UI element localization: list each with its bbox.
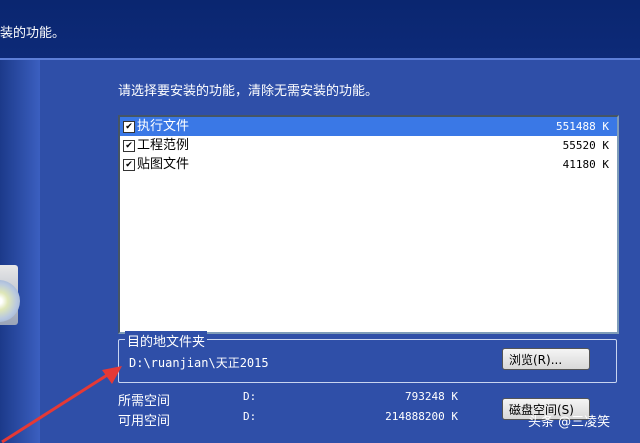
destination-legend: 目的地文件夹	[125, 331, 208, 350]
feature-size: 41180 K	[562, 158, 609, 171]
checkbox-icon[interactable]: ✔	[123, 159, 135, 171]
feature-name: 工程范例	[137, 138, 190, 153]
header-bar: 装的功能。	[0, 0, 640, 60]
feature-row-1[interactable]: ✔ 工程范例 55520 K	[120, 136, 617, 155]
available-space-drive: D:	[243, 410, 257, 423]
feature-name: 执行文件	[137, 119, 190, 134]
required-space-drive: D:	[243, 390, 257, 403]
watermark-text: 头条 @三凌笑	[528, 415, 611, 430]
feature-list[interactable]: ✔ 执行文件 551488 K ✔ 工程范例 55520 K ✔ 贴图文件 41…	[118, 115, 619, 334]
feature-size: 55520 K	[562, 139, 609, 152]
checkbox-icon[interactable]: ✔	[123, 121, 135, 133]
feature-row-2[interactable]: ✔ 贴图文件 41180 K	[120, 155, 617, 174]
feature-row-0[interactable]: ✔ 执行文件 551488 K	[120, 117, 617, 136]
annotation-arrow-icon	[1, 366, 122, 443]
feature-size: 551488 K	[556, 120, 609, 133]
checkbox-icon[interactable]: ✔	[123, 140, 135, 152]
available-space-value: 214888200 K	[385, 410, 458, 423]
feature-name: 贴图文件	[137, 157, 190, 172]
required-space-value: 793248 K	[405, 390, 458, 403]
browse-button[interactable]: 浏览(R)...	[502, 348, 590, 370]
header-text: 装的功能。	[0, 26, 66, 41]
destination-path: D:\ruanjian\天正2015	[129, 356, 269, 370]
instruction-text: 请选择要安装的功能，清除无需安装的功能。	[118, 84, 379, 99]
